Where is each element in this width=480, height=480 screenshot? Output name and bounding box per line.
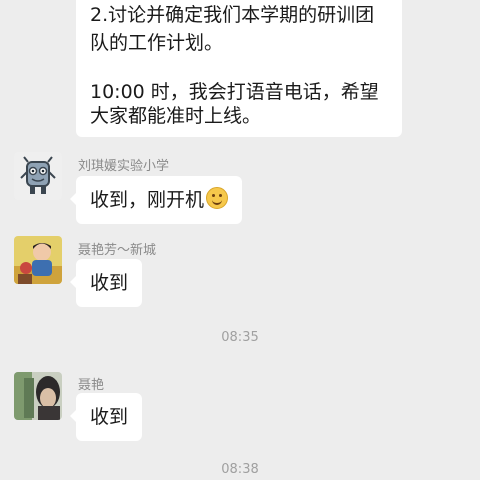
child-photo-avatar-icon <box>14 236 62 284</box>
message-text: 收到 <box>90 406 129 428</box>
avatar[interactable] <box>14 372 62 420</box>
message-line: 2.讨论并确定我们本学期的研训团 <box>90 4 375 26</box>
message-text: 收到 <box>90 272 129 294</box>
message-line: 队的工作计划。 <box>90 32 224 54</box>
sender-name: 聂艳芳～新城 <box>78 243 157 258</box>
smile-emoji-icon <box>206 187 229 209</box>
message-bubble[interactable]: 收到 <box>69 393 143 441</box>
timestamp: 08:35 <box>221 330 259 345</box>
cartoon-robot-avatar-icon <box>14 152 62 200</box>
sender-name: 刘琪媛实验小学 <box>78 159 170 174</box>
avatar[interactable] <box>14 236 62 284</box>
message-text: 收到，刚开机 <box>90 189 205 211</box>
message-bubble[interactable]: 收到 <box>69 259 143 307</box>
message-line: 10:00 时，我会打语音电话，希望 <box>90 81 379 103</box>
message-line: 大家都能准时上线。 <box>90 105 262 127</box>
message-bubble-plan[interactable]: 2.讨论并确定我们本学期的研训团 队的工作计划。 10:00 时，我会打语音电话… <box>76 0 402 137</box>
message-bubble[interactable]: 收到，刚开机 <box>69 176 243 224</box>
chat-history[interactable]: 2.讨论并确定我们本学期的研训团 队的工作计划。 10:00 时，我会打语音电话… <box>0 0 480 480</box>
avatar[interactable] <box>14 152 62 200</box>
timestamp: 08:38 <box>221 462 259 477</box>
sender-name: 聂艳 <box>78 378 105 393</box>
blurred-photo-avatar-icon <box>14 372 62 420</box>
